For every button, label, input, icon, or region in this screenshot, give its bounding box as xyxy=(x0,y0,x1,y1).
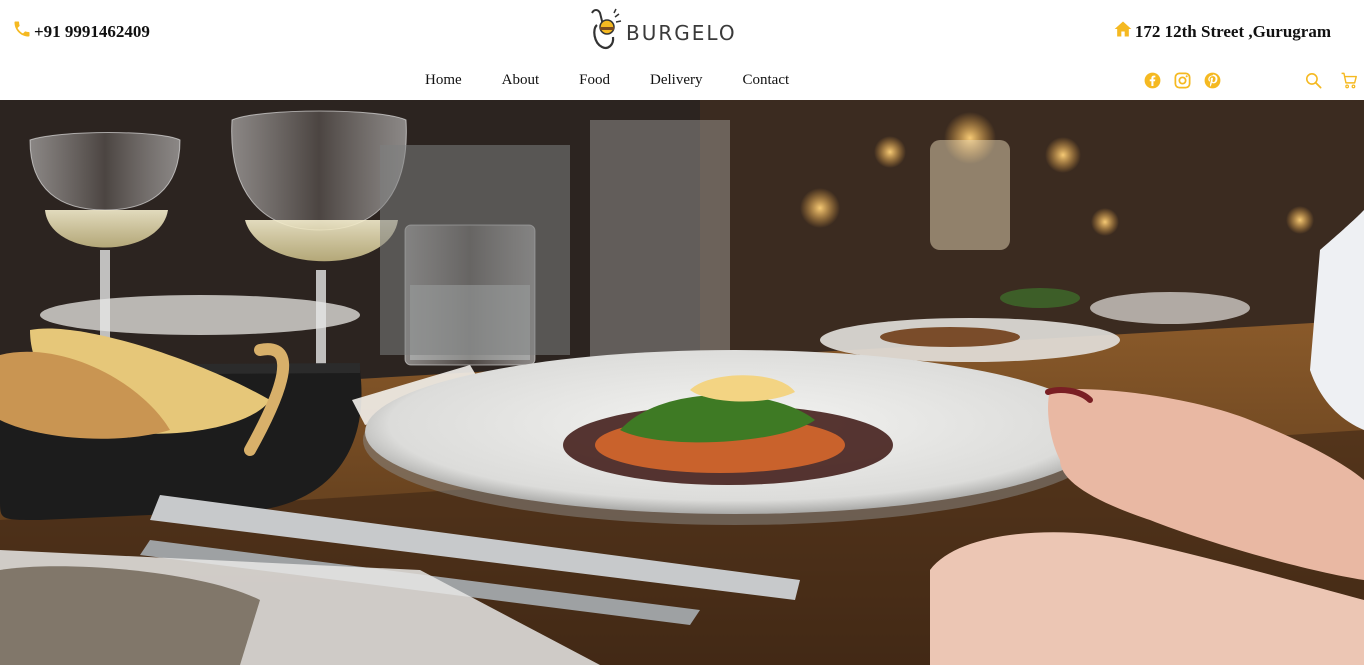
social-links xyxy=(1143,71,1233,90)
cart-icon[interactable] xyxy=(1340,71,1359,90)
nav-about[interactable]: About xyxy=(487,70,555,90)
facebook-icon[interactable] xyxy=(1143,71,1162,90)
nav-delivery[interactable]: Delivery xyxy=(635,70,717,90)
page: +91 9991462409 BURGELO 172 12th Street ,… xyxy=(0,0,1364,665)
site-header: +91 9991462409 BURGELO 172 12th Street ,… xyxy=(0,0,1364,100)
hero-banner xyxy=(0,100,1364,665)
nav-food[interactable]: Food xyxy=(564,70,625,90)
restaurant-table-photo xyxy=(0,100,1364,665)
brand-name: BURGELO xyxy=(626,21,737,45)
phone-contact[interactable]: +91 9991462409 xyxy=(12,19,150,44)
home-icon xyxy=(1113,19,1135,44)
header-tools xyxy=(1304,71,1359,90)
pinterest-icon[interactable] xyxy=(1203,71,1222,90)
main-nav: Home About Food Delivery Contact xyxy=(410,70,804,90)
address-text: 172 12th Street ,Gurugram xyxy=(1134,21,1331,41)
burger-mascot-icon xyxy=(591,8,622,49)
brand-logo[interactable]: BURGELO xyxy=(588,7,737,53)
instagram-icon[interactable] xyxy=(1173,71,1192,90)
phone-icon xyxy=(12,19,34,44)
nav-contact[interactable]: Contact xyxy=(728,70,805,90)
nav-home[interactable]: Home xyxy=(410,70,477,90)
store-address: 172 12th Street ,Gurugram xyxy=(1113,19,1331,44)
phone-number: +91 9991462409 xyxy=(34,21,150,41)
search-icon[interactable] xyxy=(1304,71,1323,90)
